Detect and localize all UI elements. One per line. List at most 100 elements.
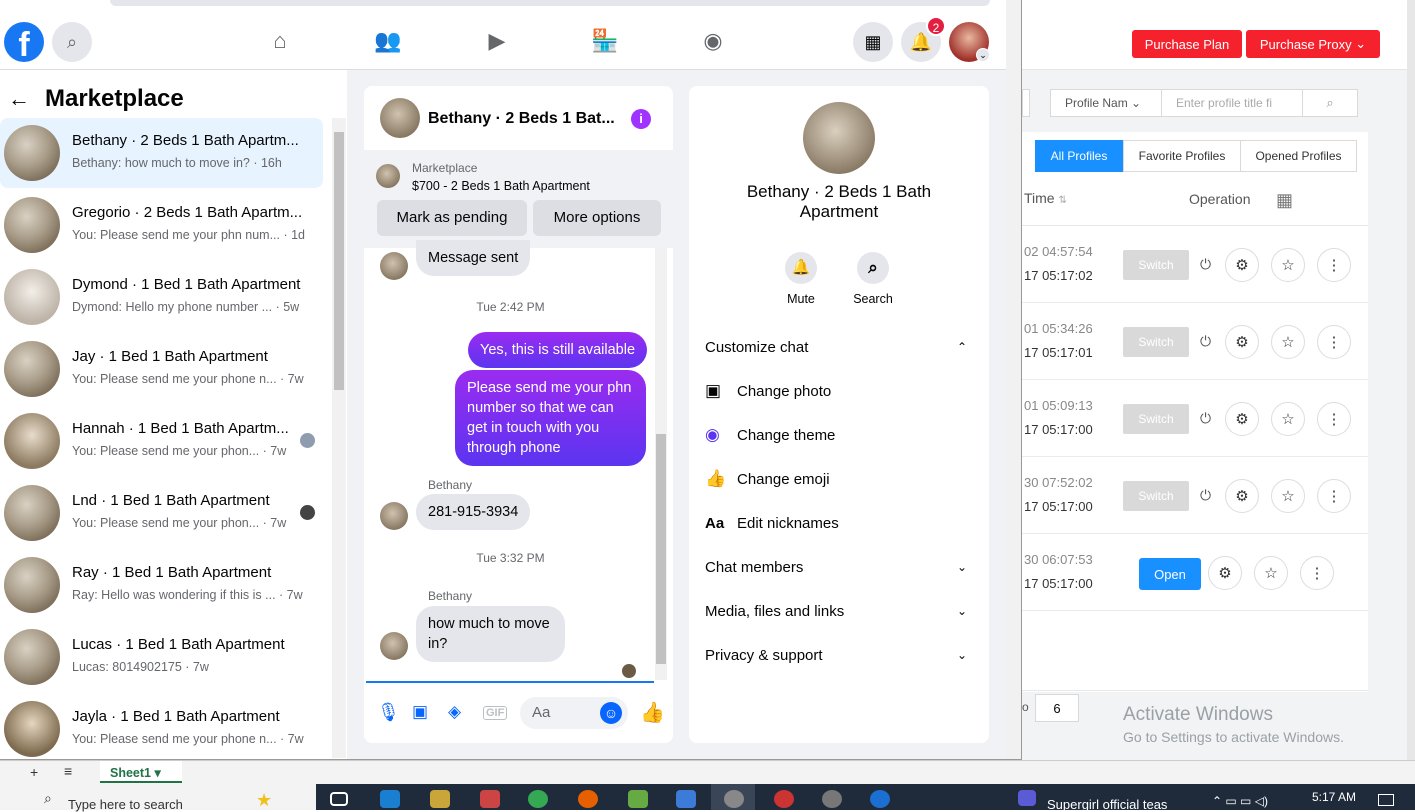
media-player-icon[interactable] [1018,790,1036,806]
app-icon[interactable] [870,790,890,808]
settings-gear-icon[interactable]: ⚙ [1225,402,1259,436]
bg-scrollbar[interactable] [1407,0,1415,760]
edge-icon[interactable] [380,790,400,808]
chrome-icon[interactable] [528,790,548,808]
power-icon[interactable]: ⏻ [1200,410,1211,427]
more-options-button[interactable]: More options [533,200,661,236]
search-icon[interactable]: ⌕ [52,22,92,62]
edit-nicknames-row[interactable]: Aa Edit nicknames [705,505,973,541]
switch-button[interactable]: Switch [1123,250,1189,280]
conversation-item[interactable]: Hannah · 1 Bed 1 Bath Apartm... You: Ple… [0,406,323,476]
taskbar-search-box[interactable]: ⌕ Type here to search ★ [0,784,316,812]
conversation-item[interactable]: Jayla · 1 Bed 1 Bath Apartment You: Plea… [0,694,323,759]
tab-all-profiles[interactable]: All Profiles [1035,140,1123,172]
groups-icon[interactable]: ◉ [699,28,727,56]
facebook-logo-icon[interactable]: f [4,22,44,62]
chevron-down-icon[interactable]: ⌄ [976,48,990,62]
change-emoji-row[interactable]: 👍 Change emoji [705,461,973,497]
firefox-icon[interactable] [578,790,598,808]
settings-gear-icon[interactable]: ⚙ [1208,556,1242,590]
photo-icon[interactable]: ▣ [412,702,428,722]
conversation-item[interactable]: Ray · 1 Bed 1 Bath Apartment Ray: Hello … [0,550,323,620]
marketplace-icon[interactable]: 🏪 [591,28,619,56]
open-button[interactable]: Open [1139,558,1201,590]
media-files-links-row[interactable]: Media, files and links ⌄ [705,593,973,629]
mute-bell-icon[interactable]: 🔔 [785,252,817,284]
chat-scrollbar[interactable] [655,248,667,680]
privacy-support-row[interactable]: Privacy & support ⌄ [705,637,973,673]
time-column-header[interactable]: Time ⇅ [1024,190,1067,206]
app-icon[interactable] [676,790,696,808]
change-theme-row[interactable]: ◉ Change theme [705,417,973,453]
favorite-star-icon[interactable]: ☆ [1271,402,1305,436]
clock-time[interactable]: 5:17 AM [1312,790,1356,804]
task-view-icon[interactable] [330,792,348,806]
sticker-icon[interactable]: ◈ [448,702,461,722]
tab-favorite-profiles[interactable]: Favorite Profiles [1123,140,1241,172]
sheet-tab[interactable]: Sheet1 ▾ [100,761,182,783]
microphone-icon[interactable]: 🎙 [377,702,400,723]
mark-as-pending-button[interactable]: Mark as pending [377,200,527,236]
page-size-input[interactable]: 6 [1035,694,1079,722]
profile-title-input[interactable]: Enter profile title fi [1161,89,1303,117]
more-menu-icon[interactable]: ⋮ [1317,479,1351,513]
chat-title[interactable]: Bethany · 2 Beds 1 Bat... [428,110,618,128]
scrollbar-thumb[interactable] [656,434,666,664]
switch-button[interactable]: Switch [1123,404,1189,434]
conversation-item[interactable]: Bethany · 2 Beds 1 Bath Apartm... Bethan… [0,118,323,188]
settings-gear-icon[interactable]: ⚙ [1225,479,1259,513]
chat-members-row[interactable]: Chat members ⌄ [705,549,973,585]
app-icon[interactable] [480,790,500,808]
notification-center-icon[interactable] [1378,794,1394,806]
conversation-item[interactable]: Lnd · 1 Bed 1 Bath Apartment You: Please… [0,478,323,548]
more-menu-icon[interactable]: ⋮ [1300,556,1334,590]
listing-title[interactable]: $700 - 2 Beds 1 Bath Apartment [412,179,590,193]
window-scrollbar[interactable] [1006,0,1021,759]
settings-gear-icon[interactable]: ⚙ [1225,325,1259,359]
power-icon[interactable]: ⏻ [1200,256,1211,273]
app-icon[interactable] [822,790,842,808]
like-thumb-icon[interactable]: 👍 [640,700,665,725]
scrollbar-thumb[interactable] [334,132,344,390]
add-sheet-icon[interactable]: + [30,764,38,780]
profile-name-select[interactable]: Profile Nam ⌄ [1050,89,1162,117]
conversation-item[interactable]: Jay · 1 Bed 1 Bath Apartment You: Please… [0,334,323,404]
notepad-icon[interactable] [430,790,450,808]
app-icon[interactable] [774,790,794,808]
app-icon[interactable] [724,790,744,808]
settings-gear-icon[interactable]: ⚙ [1225,248,1259,282]
grid-settings-icon[interactable]: ▦ [1276,190,1293,211]
conversation-item[interactable]: Dymond · 1 Bed 1 Bath Apartment Dymond: … [0,262,323,332]
conversation-item[interactable]: Gregorio · 2 Beds 1 Bath Apartm... You: … [0,190,323,260]
power-icon[interactable]: ⏻ [1200,487,1211,504]
switch-button[interactable]: Switch [1123,481,1189,511]
more-menu-icon[interactable]: ⋮ [1317,248,1351,282]
conversation-item[interactable]: Lucas · 1 Bed 1 Bath Apartment Lucas: 80… [0,622,323,692]
favorite-star-icon[interactable]: ☆ [1271,325,1305,359]
gif-icon[interactable]: GIF [483,706,508,720]
app-icon[interactable] [628,790,648,808]
tab-opened-profiles[interactable]: Opened Profiles [1240,140,1357,172]
purchase-plan-button[interactable]: Purchase Plan [1132,30,1242,58]
tray-icons[interactable]: ⌃ ▭ ▭ ◁) [1212,794,1268,808]
friends-icon[interactable]: 👥 [374,28,402,56]
sheet-list-icon[interactable]: ≡ [64,763,72,779]
more-menu-icon[interactable]: ⋮ [1317,402,1351,436]
change-photo-row[interactable]: ▣ Change photo [705,373,973,409]
emoji-icon[interactable]: ☺ [600,702,622,724]
back-arrow-icon[interactable]: ← [8,86,30,112]
conversations-scrollbar[interactable] [332,118,346,758]
watch-icon[interactable]: ▶ [483,28,511,56]
favorite-star-icon[interactable]: ☆ [1271,479,1305,513]
home-icon[interactable]: ⌂ [266,28,294,56]
switch-button[interactable]: Switch [1123,327,1189,357]
search-icon[interactable]: ⌕ [857,252,889,284]
purchase-proxy-button[interactable]: Purchase Proxy ⌄ [1246,30,1380,58]
favorite-star-icon[interactable]: ☆ [1271,248,1305,282]
info-icon[interactable]: i [631,109,651,129]
favorite-star-icon[interactable]: ☆ [1254,556,1288,590]
search-icon[interactable]: ⌕ [1302,89,1358,117]
power-icon[interactable]: ⏻ [1200,333,1211,350]
more-menu-icon[interactable]: ⋮ [1317,325,1351,359]
menu-grid-icon[interactable]: ▦ [853,22,893,62]
